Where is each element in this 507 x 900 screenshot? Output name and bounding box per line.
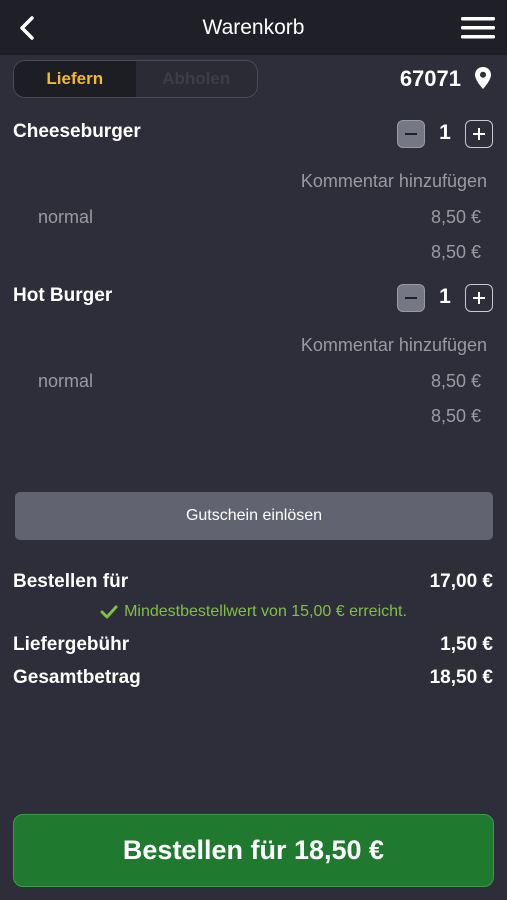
postal-code[interactable]: 67071 [400,66,461,92]
plus-icon [473,128,485,140]
minus-icon [405,133,417,135]
item-quantity: 1 [439,285,451,308]
min-order-note: Mindestbestellwert von 15,00 € erreicht. [124,603,407,620]
subtotal-value: 17,00 € [429,571,493,592]
add-comment-link[interactable]: Kommentar hinzufügen [301,171,487,192]
increase-quantity-button[interactable] [465,284,493,312]
line-total: 8,50 € [430,242,481,262]
total-label: Gesamtbetrag [13,667,141,688]
redeem-voucher-button[interactable]: Gutschein einlösen [15,492,493,540]
add-comment-link[interactable]: Kommentar hinzufügen [301,335,487,356]
subtotal-label: Bestellen für [13,571,129,592]
variant-price: 8,50 € [430,371,481,391]
top-bar: Warenkorb [0,0,507,55]
cart-item-name: Cheeseburger [13,121,141,142]
item-quantity: 1 [439,121,451,144]
page-title: Warenkorb [202,16,305,39]
place-order-button[interactable]: Bestellen für 18,50 € [13,814,494,887]
plus-icon [473,292,485,304]
delivery-fee-value: 1,50 € [440,634,493,655]
delivery-mode-toggle: Liefern Abholen [13,60,258,98]
checkmark-icon [100,605,118,619]
variant-price: 8,50 € [430,207,481,227]
item-variant: normal [38,207,94,227]
line-total: 8,50 € [430,406,481,426]
tab-pickup[interactable]: Abholen [136,61,258,97]
increase-quantity-button[interactable] [465,120,493,148]
cart-item-name: Hot Burger [13,285,113,306]
hamburger-menu-icon[interactable] [461,15,495,41]
item-variant: normal [38,371,94,391]
delivery-fee-label: Liefergebühr [13,634,130,655]
tab-deliver[interactable]: Liefern [14,61,136,97]
decrease-quantity-button[interactable] [397,120,425,148]
minus-icon [405,297,417,299]
total-value: 18,50 € [429,667,493,688]
decrease-quantity-button[interactable] [397,284,425,312]
map-pin-icon[interactable] [474,66,492,90]
min-order-status: Mindestbestellwert von 15,00 € erreicht. [0,603,507,621]
